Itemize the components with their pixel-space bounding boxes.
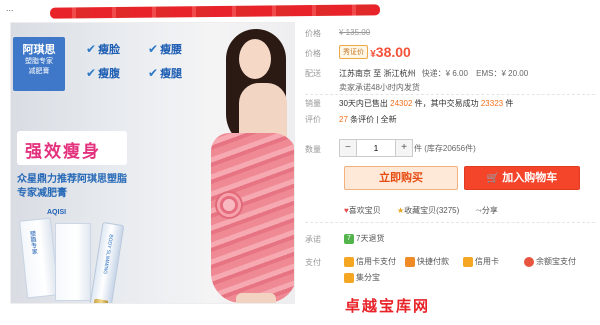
card-icon (463, 256, 473, 267)
price-label: 价格 (305, 29, 321, 38)
brand-badge-line2: 减肥膏 (28, 68, 50, 75)
add-to-cart-button[interactable]: 🛒 加入购物车 (464, 166, 580, 190)
model-legs (236, 293, 276, 303)
return-promise[interactable]: 7 7天退货 (344, 233, 384, 244)
check-icon: ✔ (86, 42, 97, 56)
original-price: ¥ 135.00 (339, 28, 371, 37)
payment-method[interactable]: 余额宝支付 (524, 256, 576, 267)
product-box-text: 塑脂专家 (28, 230, 37, 255)
shipping-label: 配送 (305, 69, 321, 78)
model-face (239, 39, 271, 79)
share-button[interactable]: ⤳分享 (476, 206, 498, 215)
brand-badge-line1: 塑脂专家 (25, 58, 53, 65)
ems-fee: EMS：¥ 20.00 (476, 69, 529, 78)
shipping-info: 江苏南京 至 浙江杭州 快递：¥ 6.00 EMS：¥ 20.00 (339, 68, 528, 79)
brand-badge: 阿琪思 塑脂专家 减肥膏 (13, 37, 65, 91)
check-icon: ✔ (86, 66, 97, 80)
brand-badge-name: 阿琪思 (22, 44, 56, 56)
shipping-route[interactable]: 江苏南京 至 浙江杭州 (339, 69, 415, 78)
yuebao-icon (524, 256, 534, 267)
quantity-decrease-button[interactable]: − (340, 140, 356, 156)
product-box-back (55, 223, 91, 301)
cart-icon: 🛒 (486, 173, 500, 184)
success-count: 23323 (480, 99, 504, 108)
return-icon: 7 (344, 233, 354, 244)
subheadline: 众星鼎力推荐阿琪思塑脂 专家减肥膏 (17, 173, 127, 201)
watermark-text: 卓越宝库网 (345, 298, 431, 315)
reviews-label: 评价 (305, 115, 321, 124)
headline-text: 强效瘦身 (25, 142, 101, 161)
headline-banner: 强效瘦身 (17, 131, 127, 165)
express-fee: 快递：¥ 6.00 (421, 69, 468, 78)
promo-tag: 秀证价 (339, 45, 368, 59)
product-image[interactable]: 阿琪思 塑脂专家 减肥膏 ✔ 瘦脸 ✔ 瘦腰 ✔ 瘦腹 ✔ 瘦腿 强效瘦身 众星鼎力推荐… (10, 22, 295, 304)
promise-label: 承诺 (305, 235, 321, 244)
payment-method[interactable]: 信用卡支付 (344, 256, 396, 267)
product-box: 塑脂专家 (19, 217, 59, 299)
title-bar: ... (0, 0, 600, 20)
check-icon: ✔ (148, 66, 159, 80)
payment-method[interactable]: 集分宝 (344, 272, 380, 283)
sales-label: 销量 (305, 99, 321, 108)
buy-now-button[interactable]: 立即购买 (344, 166, 458, 190)
payment-label: 支付 (305, 258, 321, 267)
like-button[interactable]: ♥喜欢宝贝 (344, 206, 381, 215)
promo-label: 价格 (305, 49, 321, 58)
points-icon (344, 272, 354, 283)
feature-item: ✔ 瘦腰 (148, 42, 183, 56)
quantity-label: 数量 (305, 145, 321, 154)
quantity-stepper[interactable]: − + (339, 139, 413, 157)
quantity-increase-button[interactable]: + (396, 140, 412, 156)
credit-card-icon (344, 256, 354, 267)
shipping-promise: 卖家承诺48小时内发货 (339, 83, 420, 92)
subheadline-line1: 众星鼎力推荐阿琪思塑脂 (17, 174, 127, 185)
sales-count: 24302 (390, 99, 413, 108)
feature-item: ✔ 瘦腹 (86, 66, 121, 80)
redaction-stroke (49, 4, 381, 19)
product-tube: BODY SLIMMING (87, 221, 125, 303)
quick-pay-icon (405, 256, 415, 267)
product-tube-text: BODY SLIMMING (101, 233, 114, 275)
tube-cap (91, 298, 109, 303)
promo-value: 秀证价 ¥38.00 (339, 44, 411, 60)
add-to-cart-label: 加入购物车 (502, 172, 558, 184)
payment-method[interactable]: 信用卡 (463, 256, 499, 267)
feature-item: ✔ 瘦脸 (86, 42, 121, 56)
reviews-info[interactable]: 27 条评价 | 全新 (339, 114, 397, 125)
dress-rose (215, 191, 243, 219)
quantity-input[interactable] (356, 140, 396, 156)
check-icon: ✔ (148, 42, 159, 56)
sales-info: 30天内已售出 24302 件，其中交易成功 23323 件 (339, 99, 514, 108)
divider (305, 222, 595, 223)
brand-logo-small: AQISI (47, 209, 67, 216)
feature-item: ✔ 瘦腿 (148, 66, 183, 80)
review-count[interactable]: 27 (339, 115, 348, 124)
social-actions: ♥喜欢宝贝 ★收藏宝贝(3275) ⤳分享 (344, 205, 512, 216)
stock-info: 件 (库存20656件) (414, 144, 476, 153)
product-title: ... (6, 3, 14, 13)
divider (305, 94, 595, 95)
subheadline-line2: 专家减肥膏 (17, 188, 67, 199)
payment-method[interactable]: 快捷付款 (405, 256, 449, 267)
collect-button[interactable]: ★收藏宝贝(3275) (397, 206, 459, 215)
promo-price: ¥38.00 (370, 44, 411, 60)
